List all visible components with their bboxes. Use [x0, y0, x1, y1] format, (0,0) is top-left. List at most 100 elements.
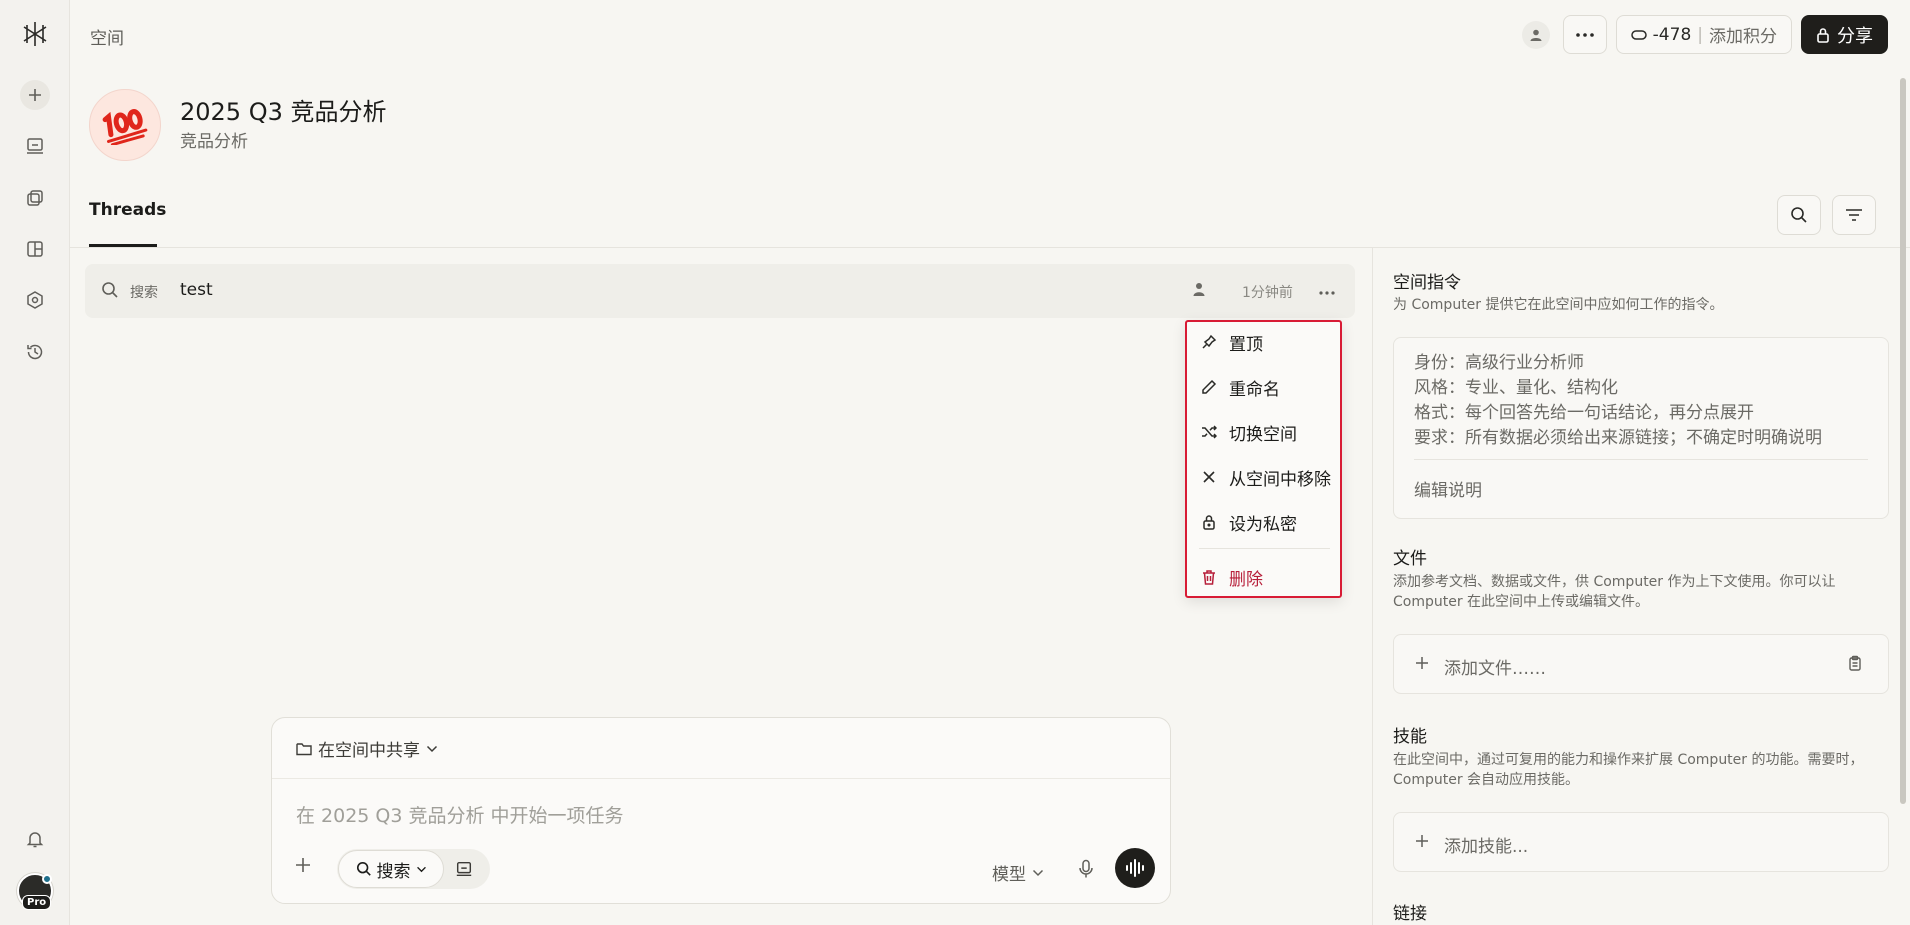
plus-icon — [296, 858, 310, 872]
share-label: 分享 — [1837, 25, 1873, 47]
skills-heading: 技能 — [1393, 727, 1427, 747]
menu-item-label: 置顶 — [1229, 334, 1263, 355]
waveform-icon — [1126, 859, 1144, 877]
instructions-heading: 空间指令 — [1393, 273, 1461, 293]
model-label: 模型 — [992, 865, 1026, 885]
plus-icon — [1414, 833, 1430, 853]
task-composer: 在空间中共享 在 2025 Q3 竞品分析 中开始一项任务 搜索 模型 — [271, 717, 1171, 904]
files-description: 添加参考文档、数据或文件，供 Computer 作为上下文使用。你可以让 Com… — [1393, 574, 1836, 610]
instructions-description: 为 Computer 提供它在此空间中应如何工作的指令。 — [1393, 297, 1724, 313]
add-skill-button[interactable]: 添加技能... — [1393, 812, 1889, 872]
member-icon[interactable] — [1521, 20, 1550, 49]
instructions-box[interactable]: 身份：高级行业分析师 风格：专业、量化、结构化 格式：每个回答先给一句话结论，再… — [1393, 337, 1889, 519]
menu-item-make-private[interactable]: 设为私密 — [1187, 502, 1340, 542]
instruction-line: 要求：所有数据必须给出来源链接；不确定时明确说明 — [1414, 428, 1822, 448]
skills-description: 在此空间中，通过可复用的能力和操作来扩展 Computer 的功能。需要时，Co… — [1393, 752, 1864, 788]
credits-button[interactable]: -478 | 添加积分 — [1615, 15, 1792, 54]
menu-item-rename[interactable]: 重命名 — [1187, 367, 1340, 407]
user-avatar[interactable]: Pro — [17, 873, 53, 910]
pencil-icon — [1200, 378, 1218, 396]
computer-mode-button[interactable] — [455, 860, 473, 882]
mode-selector: 搜索 — [337, 849, 490, 889]
breadcrumb[interactable]: 空间 — [90, 24, 124, 49]
links-heading: 链接 — [1393, 904, 1427, 924]
filter-button[interactable] — [1832, 195, 1876, 235]
voice-mode-button[interactable] — [1115, 848, 1155, 888]
plus-icon — [1414, 655, 1430, 675]
search-icon — [356, 861, 371, 876]
menu-item-remove-from-space[interactable]: 从空间中移除 — [1187, 457, 1340, 497]
pin-icon — [1200, 333, 1218, 351]
tab-threads[interactable]: Threads — [89, 200, 166, 220]
hundred-points-icon — [102, 109, 148, 145]
menu-item-pin[interactable]: 置顶 — [1187, 322, 1340, 362]
instruction-line: 身份：高级行业分析师 — [1414, 353, 1584, 373]
notification-bell-icon[interactable] — [19, 823, 51, 855]
microphone-button[interactable] — [1078, 859, 1094, 883]
filter-icon — [1846, 209, 1862, 221]
logo-icon[interactable] — [19, 18, 51, 50]
library-icon[interactable] — [19, 233, 51, 265]
credits-separator: | — [1697, 24, 1703, 45]
space-emoji-avatar[interactable] — [89, 89, 161, 161]
attach-button[interactable] — [294, 856, 312, 878]
computer-icon[interactable] — [19, 130, 51, 162]
share-scope-dropdown[interactable]: 在空间中共享 — [296, 736, 438, 761]
folder-icon — [296, 742, 312, 755]
clipboard-icon[interactable] — [1848, 655, 1862, 675]
thread-context-menu: 置顶 重命名 切换空间 从空间中移除 设为私密 删除 — [1185, 320, 1342, 598]
more-icon — [1319, 291, 1335, 295]
shuffle-icon — [1200, 423, 1218, 441]
menu-item-label: 设为私密 — [1229, 514, 1297, 535]
add-skill-label: 添加技能... — [1444, 837, 1529, 857]
lock-icon — [1817, 27, 1829, 43]
credits-value: -478 — [1652, 24, 1692, 45]
composer-divider — [272, 778, 1170, 779]
thread-mode-label: 搜索 — [130, 285, 158, 301]
menu-divider — [1199, 548, 1330, 549]
share-scope-label: 在空间中共享 — [318, 741, 420, 761]
thread-title[interactable]: test — [180, 280, 213, 300]
lock-icon — [1200, 513, 1218, 531]
pro-badge: Pro — [22, 895, 52, 910]
search-button[interactable] — [1777, 195, 1821, 235]
instructions-divider — [1414, 459, 1868, 460]
menu-item-label: 切换空间 — [1229, 424, 1297, 445]
search-icon — [101, 281, 119, 303]
menu-item-delete[interactable]: 删除 — [1187, 557, 1340, 597]
menu-item-switch-space[interactable]: 切换空间 — [1187, 412, 1340, 452]
thread-row[interactable]: 搜索 test 1分钟前 — [85, 264, 1355, 318]
search-icon — [1791, 207, 1807, 223]
search-mode-label: 搜索 — [376, 861, 411, 882]
thread-timestamp: 1分钟前 — [1242, 285, 1293, 301]
chevron-down-icon — [426, 745, 438, 752]
model-selector[interactable]: 模型 — [992, 860, 1044, 885]
settings-icon[interactable] — [19, 284, 51, 316]
space-details-panel: 空间指令 为 Computer 提供它在此空间中应如何工作的指令。 身份：高级行… — [1372, 248, 1910, 925]
share-button[interactable]: 分享 — [1801, 15, 1888, 54]
files-heading: 文件 — [1393, 549, 1427, 569]
close-icon — [1200, 468, 1218, 486]
left-sidebar: Pro — [0, 0, 70, 925]
owner-icon — [1192, 281, 1206, 301]
menu-item-label: 从空间中移除 — [1229, 469, 1331, 490]
menu-item-label: 删除 — [1229, 569, 1263, 590]
search-mode-button[interactable]: 搜索 — [338, 850, 444, 888]
scrollbar[interactable] — [1900, 78, 1906, 804]
trash-icon — [1200, 568, 1218, 586]
menu-item-label: 重命名 — [1229, 379, 1280, 400]
topbar-actions: -478 | 添加积分 分享 — [1521, 15, 1888, 54]
spaces-icon[interactable] — [19, 182, 51, 214]
task-input[interactable]: 在 2025 Q3 竞品分析 中开始一项任务 — [296, 801, 624, 828]
microphone-icon — [1079, 859, 1093, 878]
chevron-down-icon — [1032, 869, 1044, 876]
add-file-button[interactable]: 添加文件…… — [1393, 634, 1889, 694]
status-dot — [42, 874, 52, 884]
credits-icon — [1630, 29, 1647, 40]
more-options-button[interactable] — [1562, 15, 1607, 54]
history-icon[interactable] — [19, 336, 51, 368]
instruction-line: 格式：每个回答先给一句话结论，再分点展开 — [1414, 403, 1754, 423]
edit-instructions-button[interactable]: 编辑说明 — [1414, 476, 1482, 501]
new-thread-icon[interactable] — [20, 80, 50, 110]
thread-more-button[interactable] — [1319, 279, 1335, 300]
